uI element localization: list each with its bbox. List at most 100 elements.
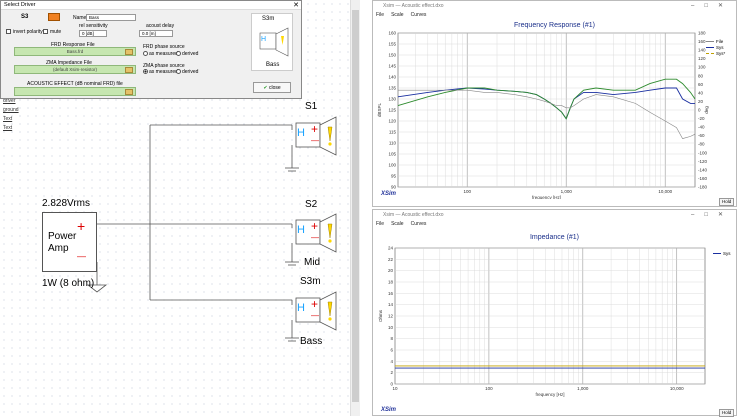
preview-sub: Bass [266,62,280,68]
hold-button[interactable]: Hold [719,198,735,206]
folder-icon[interactable] [125,49,133,55]
menu-bar: File Scale Curves [373,11,736,19]
y-tick-label: 160 [388,31,396,36]
driver-s3[interactable]: H + — [290,290,340,332]
driver-s1-label: S1 [305,101,318,112]
y2-tick-label: 180 [698,31,706,36]
x-tick-label: 1,000 [561,189,573,194]
y2-tick-label: 140 [698,48,706,53]
menu-scale[interactable]: Scale [391,221,404,227]
frequency-response-chart[interactable]: 90 95 100 105 110 115 120 125 130 135 140 145 150 155… [373,29,737,200]
x-tick-label: 10 [392,386,398,391]
plus-glyph: + [311,219,319,233]
window-controls[interactable]: –□✕ [691,210,733,220]
y2-tick-label: -60 [698,133,705,138]
zma-phase-measured[interactable]: as measured [143,69,178,75]
window-title-text: Xsim — Acoustic effect.dxo [383,212,444,218]
preview-name: S3m [262,16,275,22]
x-tick-label: 10,000 [670,386,684,391]
frd-phase-derived[interactable]: derived [176,51,198,57]
y2-tick-label: 80 [698,73,704,78]
window-title: Xsim — Acoustic effect.dxo –□✕ [373,210,736,220]
radio-label: as measured [149,51,178,57]
y2-tick-label: -140 [698,167,708,172]
driver-s1[interactable]: H + — [290,115,340,157]
y-tick-label: 12 [388,314,394,319]
menu-curves[interactable]: Curves [411,221,427,227]
x-axis-label: frequency [Hz] [535,392,564,397]
select-driver-dialog: Select Driver ✕ S3 Name Bass invert pola… [0,0,302,99]
frd-phase-measured[interactable]: as measured [143,51,178,57]
driver-color-swatch[interactable] [48,13,60,21]
xsim-brand: XSim [381,407,397,413]
dialog-title: Select Driver [1,1,301,10]
menu-curves[interactable]: Curves [411,12,427,18]
acoustic-delay-label: acoust delay [146,23,175,29]
zma-file-field[interactable]: (default Xsim-resistor) [14,65,136,74]
folder-icon[interactable] [125,67,133,73]
y2-tick-label: 0 [698,108,701,113]
chart-title: Impedance (#1) [529,234,580,241]
close-button[interactable]: ✔ close [253,82,291,93]
legend-label: Sys* [716,51,726,56]
y2-axis-label: deg [704,106,709,114]
menu-file[interactable]: File [376,221,384,227]
amp-label-2: Amp [48,243,69,254]
mute-label: mute [50,29,62,35]
y-tick-label: 125 [388,108,396,113]
window-title: Xsim — Acoustic effect.dxo –□✕ [373,1,736,11]
invert-polarity-checkbox[interactable]: invert polarity [6,29,43,35]
menu-scale[interactable]: Scale [391,12,404,18]
amp-label-1: Power [48,231,77,242]
y-tick-label: 6 [390,348,393,353]
plus-glyph: + [311,122,319,136]
close-icon[interactable]: ✕ [293,1,299,10]
legend-label: Sys [716,45,724,50]
x-axis-label: frequency [Hz] [532,195,561,199]
mute-checkbox[interactable]: mute [43,29,61,35]
rel-sensitivity-field[interactable]: 0 [dB] [79,30,107,37]
y-tick-label: 140 [388,75,396,80]
scrollbar-thumb[interactable] [352,10,359,402]
minus-glyph: — [311,233,319,242]
y2-tick-label: -80 [698,142,705,147]
y-tick-label: 10 [388,325,394,330]
y-tick-label: 155 [388,42,396,47]
legend-sys-star: Sys* [706,51,725,57]
y-tick-label: 14 [388,302,394,307]
driver-s2[interactable]: H + — [290,212,340,254]
vertical-scrollbar[interactable] [350,0,360,416]
x-tick-label: 10,000 [658,189,672,194]
power-amp[interactable]: Power Amp + — [42,212,97,272]
h-glyph: H [261,36,267,43]
frd-phase-label: FRD phase source [143,44,185,50]
y2-tick-label: -100 [698,150,708,155]
x-tick-label: 100 [463,189,471,194]
rel-sensitivity-label: rel sensitivity [79,23,108,29]
folder-icon[interactable] [125,89,133,95]
amp-power: 1W (8 ohm) [42,278,95,289]
minus-glyph: — [311,136,319,145]
y2-tick-label: -20 [698,116,705,121]
acoustic-effect-field[interactable] [14,87,136,96]
menu-file[interactable]: File [376,12,384,18]
h-glyph: H [297,127,305,139]
name-field[interactable]: Bass [86,14,136,21]
acoustic-delay-field[interactable]: 0.0 [m] [139,30,173,37]
y-tick-label: 90 [391,185,397,190]
frd-file-field[interactable]: Bass.frd [14,47,136,56]
amp-minus: — [77,251,86,261]
minus-glyph: — [311,311,319,320]
zma-phase-derived[interactable]: derived [176,69,198,75]
y2-tick-label: -160 [698,176,708,181]
impedance-chart[interactable]: 02468101214161820222410 100 1,000 10,000fre… [373,242,737,410]
y-tick-label: 2 [390,370,393,375]
legend-label: File [716,39,724,44]
window-controls[interactable]: –□✕ [691,1,733,11]
y-tick-label: 4 [390,359,393,364]
radio-label: as measured [149,69,178,75]
y2-tick-label: -120 [698,159,708,164]
y-tick-label: 115 [389,130,397,135]
y-tick-label: 95 [391,174,397,179]
driver-s2-sub: Mid [304,257,321,268]
